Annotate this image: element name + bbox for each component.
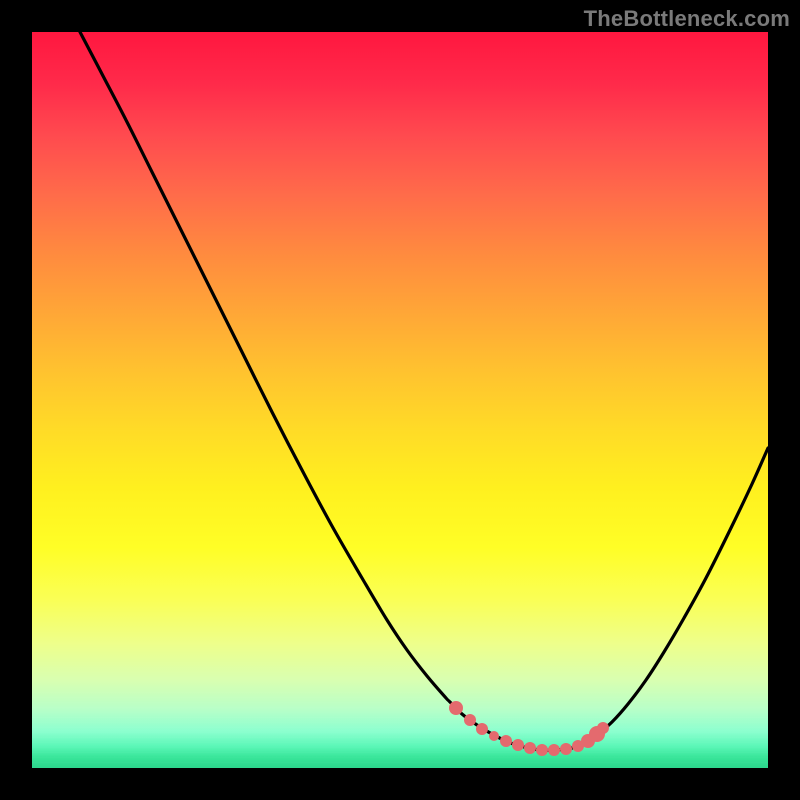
chart-frame: TheBottleneck.com <box>0 0 800 800</box>
curve-marker <box>489 731 499 741</box>
curve-marker <box>597 722 609 734</box>
curve-marker <box>524 742 536 754</box>
curve-marker <box>560 743 572 755</box>
curve-marker <box>464 714 476 726</box>
curve-marker <box>476 723 488 735</box>
curve-marker <box>536 744 548 756</box>
curve-marker <box>548 744 560 756</box>
plot-area <box>32 32 768 768</box>
watermark-label: TheBottleneck.com <box>584 6 790 32</box>
curve-marker <box>512 739 524 751</box>
bottleneck-curve <box>32 32 768 768</box>
curve-marker <box>500 735 512 747</box>
curve-marker <box>449 701 463 715</box>
